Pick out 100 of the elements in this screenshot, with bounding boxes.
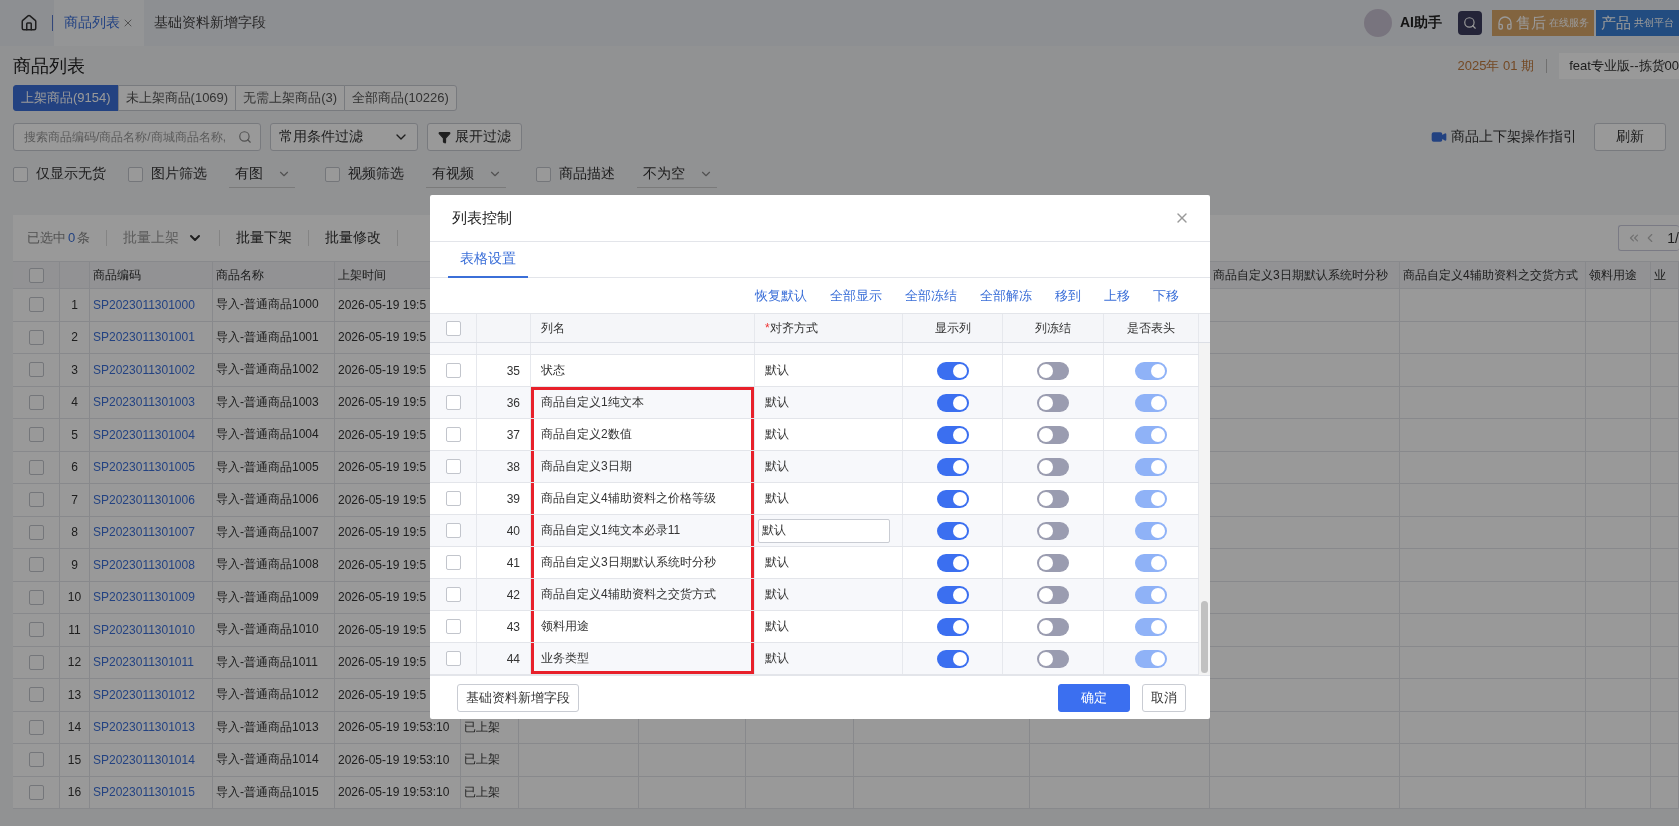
row-checkbox[interactable] [445, 427, 461, 442]
row-checkbox[interactable] [445, 459, 461, 474]
show-toggle[interactable] [936, 553, 969, 572]
row-checkbox[interactable] [28, 524, 44, 540]
row-checkbox[interactable] [445, 395, 461, 410]
avatar[interactable] [1364, 9, 1392, 37]
product-code-link[interactable]: SP2023011301004 [93, 427, 195, 442]
product-code-link[interactable]: SP2023011301013 [93, 720, 195, 735]
search-button[interactable] [1458, 11, 1482, 35]
row-checkbox[interactable] [28, 622, 44, 638]
row-checkbox[interactable] [28, 362, 44, 378]
show-toggle[interactable] [936, 425, 969, 444]
show-toggle[interactable] [936, 521, 969, 540]
row-checkbox[interactable] [28, 589, 44, 605]
header-toggle[interactable] [1135, 617, 1167, 636]
status-tab[interactable]: 无需上架商品(3) [235, 85, 346, 111]
freeze-toggle[interactable] [1037, 521, 1069, 540]
freeze-toggle[interactable] [1037, 457, 1069, 476]
page-tab[interactable]: 基础资料新增字段 [144, 0, 276, 46]
header-toggle[interactable] [1135, 425, 1167, 444]
filter-checkbox[interactable]: 仅显示无货 [13, 165, 106, 183]
freeze-toggle[interactable] [1037, 361, 1069, 380]
platform-button[interactable]: 产品 共创平台 [1596, 10, 1679, 36]
filter-select[interactable]: 有视频 [426, 160, 506, 188]
row-checkbox[interactable] [28, 719, 44, 735]
row-checkbox[interactable] [28, 492, 44, 508]
filter-select[interactable]: 不为空 [637, 160, 717, 188]
row-checkbox[interactable] [445, 363, 461, 378]
row-checkbox[interactable] [28, 459, 44, 475]
product-code-link[interactable]: SP2023011301006 [93, 492, 195, 507]
header-toggle[interactable] [1135, 457, 1167, 476]
action-link[interactable]: 上移 [1104, 286, 1130, 305]
row-checkbox[interactable] [28, 329, 44, 345]
confirm-button[interactable]: 确定 [1058, 683, 1130, 712]
show-toggle[interactable] [936, 361, 969, 380]
show-toggle[interactable] [936, 457, 969, 476]
row-checkbox[interactable] [445, 619, 461, 634]
freeze-toggle[interactable] [1037, 393, 1069, 412]
product-code-link[interactable]: SP2023011301010 [93, 622, 195, 637]
row-checkbox[interactable] [445, 491, 461, 506]
row-checkbox[interactable] [28, 654, 44, 670]
close-icon[interactable] [122, 17, 134, 29]
guide-link[interactable]: 商品上下架操作指引 [1431, 128, 1577, 146]
header-checkbox[interactable] [28, 267, 44, 283]
expand-filter-button[interactable]: 展开过滤 [427, 123, 522, 151]
row-checkbox[interactable] [445, 523, 461, 538]
product-code-link[interactable]: SP2023011301012 [93, 687, 195, 702]
product-code-link[interactable]: SP2023011301014 [93, 752, 195, 767]
header-toggle[interactable] [1135, 521, 1167, 540]
filter-select[interactable]: 有图 [229, 160, 295, 188]
header-toggle[interactable] [1135, 393, 1167, 412]
product-code-link[interactable]: SP2023011301003 [93, 395, 195, 410]
show-toggle[interactable] [936, 617, 969, 636]
action-link[interactable]: 全部显示 [830, 286, 882, 305]
filter-checkbox[interactable]: 商品描述 [536, 165, 615, 183]
show-toggle[interactable] [936, 649, 969, 668]
freeze-toggle[interactable] [1037, 617, 1069, 636]
scrollbar[interactable] [1199, 343, 1210, 675]
row-checkbox[interactable] [28, 557, 44, 573]
filter-checkbox[interactable]: 图片筛选 [128, 165, 207, 183]
batch-action-button[interactable]: 批量修改 [325, 229, 382, 247]
action-link[interactable]: 全部解冻 [980, 286, 1032, 305]
freeze-toggle[interactable] [1037, 585, 1069, 604]
product-code-link[interactable]: SP2023011301009 [93, 590, 195, 605]
row-checkbox[interactable] [28, 752, 44, 768]
show-toggle[interactable] [936, 489, 969, 508]
header-toggle[interactable] [1135, 649, 1167, 668]
header-toggle[interactable] [1135, 489, 1167, 508]
product-code-link[interactable]: SP2023011301015 [93, 785, 195, 800]
add-field-button[interactable]: 基础资料新增字段 [457, 683, 579, 712]
product-code-link[interactable]: SP2023011301011 [93, 655, 194, 670]
dialog-tab[interactable]: 表格设置 [448, 242, 528, 278]
row-checkbox[interactable] [445, 651, 461, 666]
action-link[interactable]: 下移 [1153, 286, 1179, 305]
align-input[interactable]: 默认 [758, 518, 890, 543]
freeze-toggle[interactable] [1037, 489, 1069, 508]
cancel-button[interactable]: 取消 [1142, 683, 1186, 712]
show-toggle[interactable] [936, 585, 969, 604]
product-code-link[interactable]: SP2023011301000 [93, 297, 195, 312]
row-checkbox[interactable] [28, 687, 44, 703]
product-code-link[interactable]: SP2023011301007 [93, 525, 195, 540]
home-icon[interactable] [20, 14, 38, 32]
header-checkbox[interactable] [445, 320, 461, 336]
show-toggle[interactable] [936, 393, 969, 412]
product-code-link[interactable]: SP2023011301001 [93, 330, 195, 345]
filter-checkbox[interactable]: 视频筛选 [325, 165, 404, 183]
header-toggle[interactable] [1135, 553, 1167, 572]
refresh-button[interactable]: 刷新 [1594, 123, 1666, 151]
status-tab[interactable]: 未上架商品(1069) [117, 85, 237, 111]
product-code-link[interactable]: SP2023011301005 [93, 460, 195, 475]
assistant-label[interactable]: AI助手 [1400, 14, 1442, 32]
row-checkbox[interactable] [28, 427, 44, 443]
page-tab[interactable]: 商品列表 [54, 0, 144, 46]
freeze-toggle[interactable] [1037, 553, 1069, 572]
action-link[interactable]: 全部冻结 [905, 286, 957, 305]
freeze-toggle[interactable] [1037, 425, 1069, 444]
product-code-link[interactable]: SP2023011301008 [93, 557, 195, 572]
row-checkbox[interactable] [28, 297, 44, 313]
freeze-toggle[interactable] [1037, 649, 1069, 668]
batch-action-button[interactable]: 批量下架 [236, 229, 293, 247]
